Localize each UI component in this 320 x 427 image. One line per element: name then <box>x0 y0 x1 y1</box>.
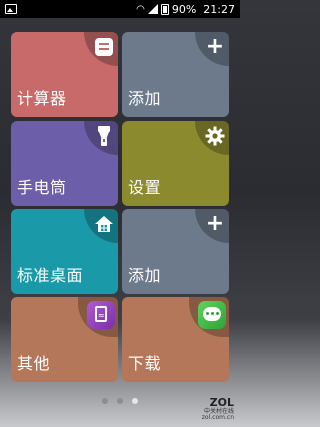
tile-label: 设置 <box>128 178 162 197</box>
wifi-icon: ◠ <box>136 3 145 15</box>
calculator-icon-corner <box>84 32 118 66</box>
image-notification-icon <box>5 4 17 14</box>
gear-icon <box>205 126 225 146</box>
tile-label: 手电筒 <box>17 178 67 197</box>
clock: 21:27 <box>203 2 235 16</box>
settings-icon-corner <box>195 121 229 155</box>
home-icon-corner <box>84 209 118 243</box>
battery-icon <box>160 3 169 15</box>
watermark-brand: ZOL <box>209 395 234 409</box>
tile-label: 标准桌面 <box>17 266 84 285</box>
signal-icon <box>147 4 158 14</box>
tile-flashlight[interactable]: 手电筒 <box>11 121 118 206</box>
plus-icon: + <box>205 211 225 236</box>
tile-calculator[interactable]: 计算器 <box>11 32 118 117</box>
tile-standard-desktop[interactable]: 标准桌面 <box>11 209 118 294</box>
page-dot[interactable] <box>117 398 123 404</box>
tile-download[interactable]: 下载 <box>122 297 229 382</box>
tile-label: 添加 <box>128 89 162 108</box>
add-icon-corner: + <box>195 32 229 66</box>
tile-add-1[interactable]: + 添加 <box>122 32 229 117</box>
tile-add-2[interactable]: + 添加 <box>122 209 229 294</box>
calculator-icon <box>95 38 113 56</box>
other-icon-corner: ≈ <box>78 297 118 337</box>
battery-percent: 90% <box>171 2 197 16</box>
flashlight-icon <box>98 126 110 146</box>
purple-wifi-app-icon: ≈ <box>87 301 115 329</box>
watermark: ZOL 中关村在线 zol.com.cn <box>201 395 234 422</box>
tile-label: 其他 <box>17 354 51 373</box>
green-chat-app-icon <box>198 301 226 329</box>
download-icon-corner <box>189 297 229 337</box>
add-icon-corner: + <box>195 209 229 243</box>
tile-label: 下载 <box>128 354 162 373</box>
flashlight-icon-corner <box>84 121 118 155</box>
tile-label: 添加 <box>128 266 162 285</box>
tile-other[interactable]: ≈ 其他 <box>11 297 118 382</box>
page-dot-active[interactable] <box>132 398 138 404</box>
tile-settings[interactable]: 设置 <box>122 121 229 206</box>
page-dot[interactable] <box>102 398 108 404</box>
plus-icon: + <box>205 34 225 59</box>
status-bar: ◠ 90% 21:27 <box>0 0 240 18</box>
house-icon <box>95 216 113 232</box>
watermark-line2: zol.com.cn <box>201 414 234 422</box>
tile-label: 计算器 <box>17 89 67 108</box>
